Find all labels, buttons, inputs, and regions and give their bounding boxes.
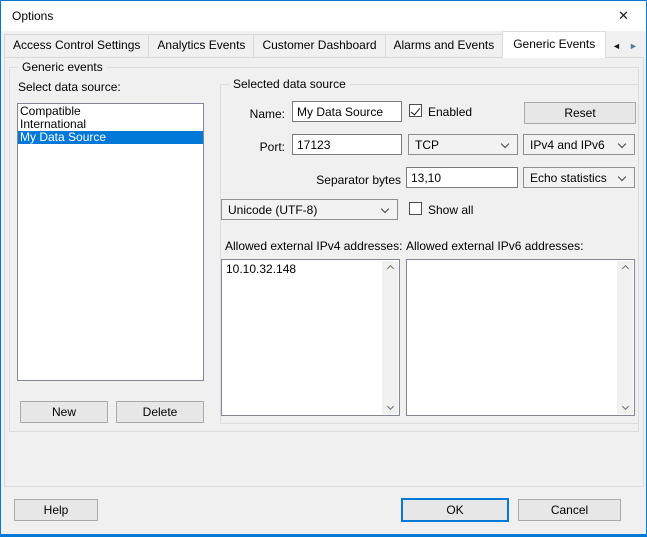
selected-data-source-group-label: Selected data source <box>229 77 350 91</box>
enabled-label: Enabled <box>428 105 473 119</box>
port-label: Port: <box>259 140 285 154</box>
show-all-checkbox[interactable] <box>409 202 422 215</box>
echo-statistics-select[interactable]: Echo statistics <box>523 167 635 188</box>
ipv4-addresses-textarea[interactable]: 10.10.32.148 <box>221 259 400 416</box>
generic-events-group-label: Generic events <box>18 60 107 74</box>
tab-generic-events[interactable]: Generic Events <box>502 31 607 58</box>
tab-access-control-settings[interactable]: Access Control Settings <box>4 34 150 57</box>
data-source-listbox[interactable]: Compatible International My Data Source <box>17 103 204 381</box>
ipv6-addresses-label: Allowed external IPv6 addresses: <box>406 239 584 253</box>
tab-scroll-right-icon[interactable]: ► <box>625 37 642 54</box>
tab-scroll-left-icon[interactable]: ◄ <box>608 37 625 54</box>
chevron-down-icon <box>617 172 627 182</box>
scroll-up-icon[interactable] <box>621 264 629 273</box>
scroll-up-icon[interactable] <box>386 264 394 273</box>
window-title: Options <box>12 9 54 23</box>
tab-alarms-and-events[interactable]: Alarms and Events <box>384 34 504 57</box>
reset-button[interactable]: Reset <box>524 102 636 124</box>
encoding-value: Unicode (UTF-8) <box>228 203 318 217</box>
select-data-source-label: Select data source: <box>18 80 121 94</box>
separator-bytes-label: Separator bytes <box>316 173 401 187</box>
ipv6-addresses-textarea[interactable] <box>406 259 635 416</box>
tab-page-generic-events: Generic events Select data source: Compa… <box>4 57 644 487</box>
name-input[interactable] <box>292 101 402 122</box>
chevron-down-icon <box>617 139 627 149</box>
vertical-scrollbar[interactable] <box>382 261 398 414</box>
help-button[interactable]: Help <box>14 499 98 521</box>
show-all-label: Show all <box>428 203 474 217</box>
tab-customer-dashboard[interactable]: Customer Dashboard <box>253 34 386 57</box>
tab-strip: Access Control Settings Analytics Events… <box>4 31 607 58</box>
ip-version-select[interactable]: IPv4 and IPv6 <box>523 134 635 155</box>
chevron-down-icon <box>380 204 390 214</box>
generic-events-group: Generic events Select data source: Compa… <box>9 60 639 432</box>
ipv4-address-value: 10.10.32.148 <box>226 262 297 276</box>
ipv4-addresses-label: Allowed external IPv4 addresses: <box>225 239 403 253</box>
new-button[interactable]: New <box>20 401 108 423</box>
tab-scroller: ◄ ► <box>608 37 642 54</box>
options-dialog: Options ✕ Access Control Settings Analyt… <box>0 0 647 537</box>
scroll-down-icon[interactable] <box>386 402 394 411</box>
separator-bytes-input[interactable] <box>406 167 518 188</box>
vertical-scrollbar[interactable] <box>617 261 633 414</box>
title-bar[interactable]: Options ✕ <box>1 1 646 31</box>
protocol-select[interactable]: TCP <box>408 134 518 155</box>
echo-statistics-value: Echo statistics <box>530 171 607 185</box>
delete-button[interactable]: Delete <box>116 401 204 423</box>
chevron-down-icon <box>500 139 510 149</box>
scroll-down-icon[interactable] <box>621 402 629 411</box>
enabled-checkbox[interactable] <box>409 104 422 117</box>
port-input[interactable] <box>292 134 402 155</box>
name-label: Name: <box>249 107 285 121</box>
protocol-value: TCP <box>415 138 439 152</box>
selected-data-source-group: Selected data source Name: Enabled Reset… <box>220 77 639 424</box>
list-item-selected[interactable]: My Data Source <box>18 131 203 144</box>
tab-analytics-events[interactable]: Analytics Events <box>148 34 255 57</box>
ok-button[interactable]: OK <box>401 498 509 522</box>
close-icon[interactable]: ✕ <box>601 1 646 31</box>
cancel-button[interactable]: Cancel <box>518 499 621 521</box>
ip-version-value: IPv4 and IPv6 <box>530 138 605 152</box>
encoding-select[interactable]: Unicode (UTF-8) <box>221 199 398 220</box>
